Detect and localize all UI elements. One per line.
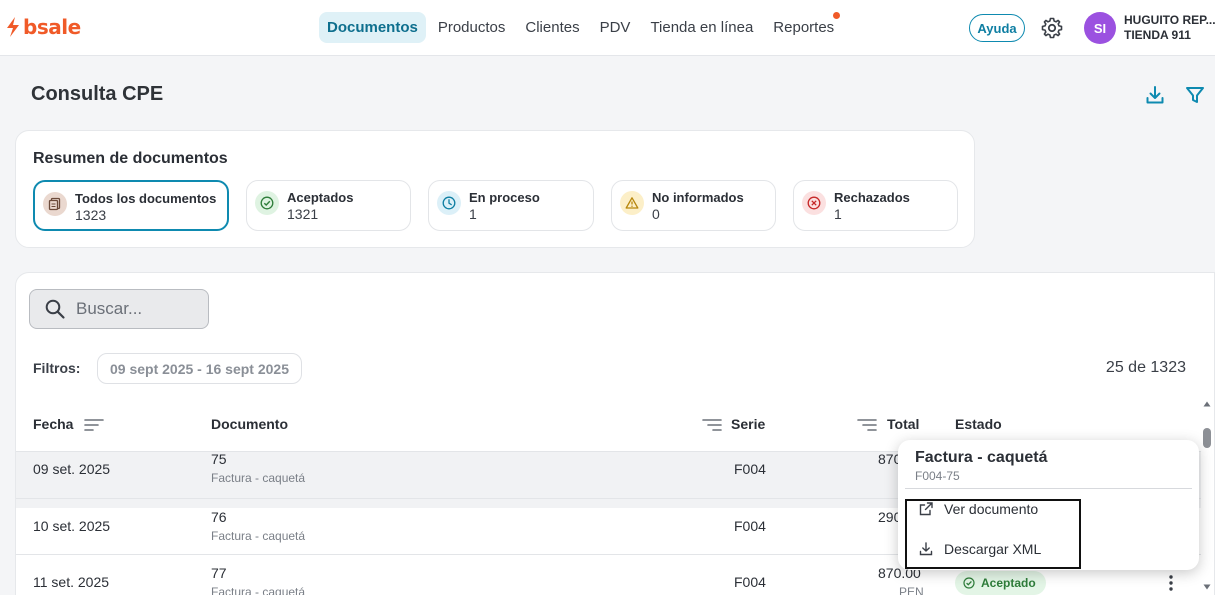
stat-label: Todos los documentos: [75, 191, 217, 206]
top-navbar: bsale Documentos Productos Clientes PDV …: [0, 0, 1215, 56]
date-range-chip[interactable]: 09 sept 2025 - 16 sept 2025: [97, 353, 303, 384]
nav-label: Tienda en línea: [650, 19, 754, 36]
cell-fecha: 10 set. 2025: [33, 518, 111, 534]
nav-label: Reportes: [773, 19, 835, 36]
stat-todos-los-documentos[interactable]: Todos los documentos 1323: [33, 180, 229, 231]
gear-icon[interactable]: [1040, 16, 1064, 40]
sort-icon[interactable]: [702, 418, 722, 432]
help-button[interactable]: Ayuda: [969, 14, 1025, 42]
stat-label: En proceso: [469, 190, 540, 205]
divider: [905, 488, 1192, 489]
nav-item-clientes[interactable]: Clientes: [517, 12, 587, 43]
bsale-logo[interactable]: bsale: [5, 15, 81, 39]
row-actions-popover: Factura - caquetá F004-75 Ver documento …: [898, 440, 1199, 570]
stat-label: Rechazados: [834, 190, 910, 205]
user-info[interactable]: HUGUITO REP... TIENDA 911: [1124, 13, 1215, 43]
results-count: 25 de 1323: [1105, 359, 1186, 376]
notification-dot: [833, 12, 841, 19]
scroll-down-icon[interactable]: [1203, 583, 1211, 591]
cell-documento-numero: 76: [211, 509, 227, 525]
stat-value: 1: [834, 206, 842, 222]
main-nav: Documentos Productos Clientes PDV Tienda…: [319, 12, 846, 43]
scrollbar-thumb[interactable]: [1203, 428, 1211, 448]
stat-value: 0: [652, 206, 660, 222]
nav-item-documentos[interactable]: Documentos: [319, 12, 426, 43]
user-name: HUGUITO REP...: [1124, 13, 1215, 27]
cell-serie: F004: [734, 461, 766, 477]
cell-documento-numero: 75: [211, 451, 227, 467]
stat-rechazados[interactable]: Rechazados 1: [793, 180, 958, 231]
nav-item-pdv[interactable]: PDV: [592, 12, 639, 43]
nav-item-tienda-en-linea[interactable]: Tienda en línea: [642, 12, 761, 43]
more-options-icon[interactable]: [1168, 574, 1174, 592]
actions-menu: Ver documento Descargar XML: [905, 499, 1081, 569]
nav-label: Documentos: [327, 19, 418, 36]
nav-item-productos[interactable]: Productos: [430, 12, 514, 43]
cell-fecha: 09 set. 2025: [33, 461, 111, 477]
user-store: TIENDA 911: [1124, 28, 1191, 42]
documents-summary-card: Resumen de documentos Todos los document…: [15, 130, 975, 248]
cell-currency: PEN: [899, 585, 924, 595]
documents-icon: [43, 192, 67, 216]
column-header-total[interactable]: Total: [887, 416, 919, 432]
check-circle-icon: [963, 577, 975, 589]
download-icon[interactable]: [1144, 84, 1166, 106]
cell-fecha: 11 set. 2025: [33, 574, 110, 590]
stat-value: 1323: [75, 207, 107, 223]
stat-aceptados[interactable]: Aceptados 1321: [246, 180, 411, 231]
cell-serie: F004: [734, 518, 766, 534]
nav-label: PDV: [599, 19, 631, 36]
column-header-fecha[interactable]: Fecha: [33, 416, 73, 432]
page-title: Consulta CPE: [31, 83, 164, 105]
nav-item-reportes[interactable]: Reportes: [765, 12, 842, 43]
summary-title: Resumen de documentos: [33, 150, 228, 167]
stat-no-informados[interactable]: No informados 0: [611, 180, 776, 231]
stat-label: No informados: [652, 190, 744, 205]
check-circle-icon: [255, 191, 279, 215]
table-scrollbar[interactable]: [1199, 398, 1215, 595]
column-header-estado[interactable]: Estado: [955, 416, 1002, 432]
scroll-up-icon[interactable]: [1203, 400, 1211, 408]
menu-item-ver-documento[interactable]: Ver documento: [918, 501, 1038, 517]
status-badge: Aceptado: [955, 571, 1046, 595]
column-header-serie[interactable]: Serie: [731, 416, 765, 432]
stat-value: 1321: [287, 206, 319, 222]
popover-subtitle: F004-75: [915, 469, 960, 483]
x-circle-icon: [802, 191, 826, 215]
popover-title: Factura - caquetá: [915, 449, 1048, 466]
sort-icon[interactable]: [857, 418, 877, 432]
menu-item-label: Descargar XML: [944, 541, 1042, 557]
external-link-icon: [919, 502, 933, 516]
filters-label: Filtros:: [33, 360, 81, 376]
cell-documento-tipo: Factura - caquetá: [211, 471, 306, 485]
bsale-logo-mark-icon: [7, 17, 19, 37]
cell-documento-tipo: Factura - caquetá: [211, 529, 306, 543]
avatar[interactable]: SI: [1084, 12, 1116, 44]
warning-icon: [620, 191, 644, 215]
search-box[interactable]: [29, 289, 209, 329]
cell-serie: F004: [734, 574, 766, 590]
stat-en-proceso[interactable]: En proceso 1: [428, 180, 594, 231]
menu-item-label: Ver documento: [944, 501, 1039, 517]
menu-item-descargar-xml[interactable]: Descargar XML: [918, 541, 1041, 557]
sort-icon[interactable]: [84, 418, 104, 432]
column-header-documento[interactable]: Documento: [211, 416, 288, 432]
nav-label: Clientes: [525, 19, 580, 36]
cell-documento-tipo: Factura - caquetá: [211, 585, 306, 595]
filter-icon[interactable]: [1184, 84, 1206, 106]
stat-label: Aceptados: [287, 190, 354, 205]
search-input[interactable]: [76, 299, 196, 319]
download-icon: [919, 542, 933, 556]
cell-documento-numero: 77: [211, 565, 227, 581]
stat-value: 1: [469, 206, 477, 222]
nav-label: Productos: [437, 19, 506, 36]
clock-icon: [437, 191, 461, 215]
search-icon: [45, 299, 65, 319]
status-label: Aceptado: [981, 576, 1036, 590]
brand-name: bsale: [23, 15, 81, 39]
